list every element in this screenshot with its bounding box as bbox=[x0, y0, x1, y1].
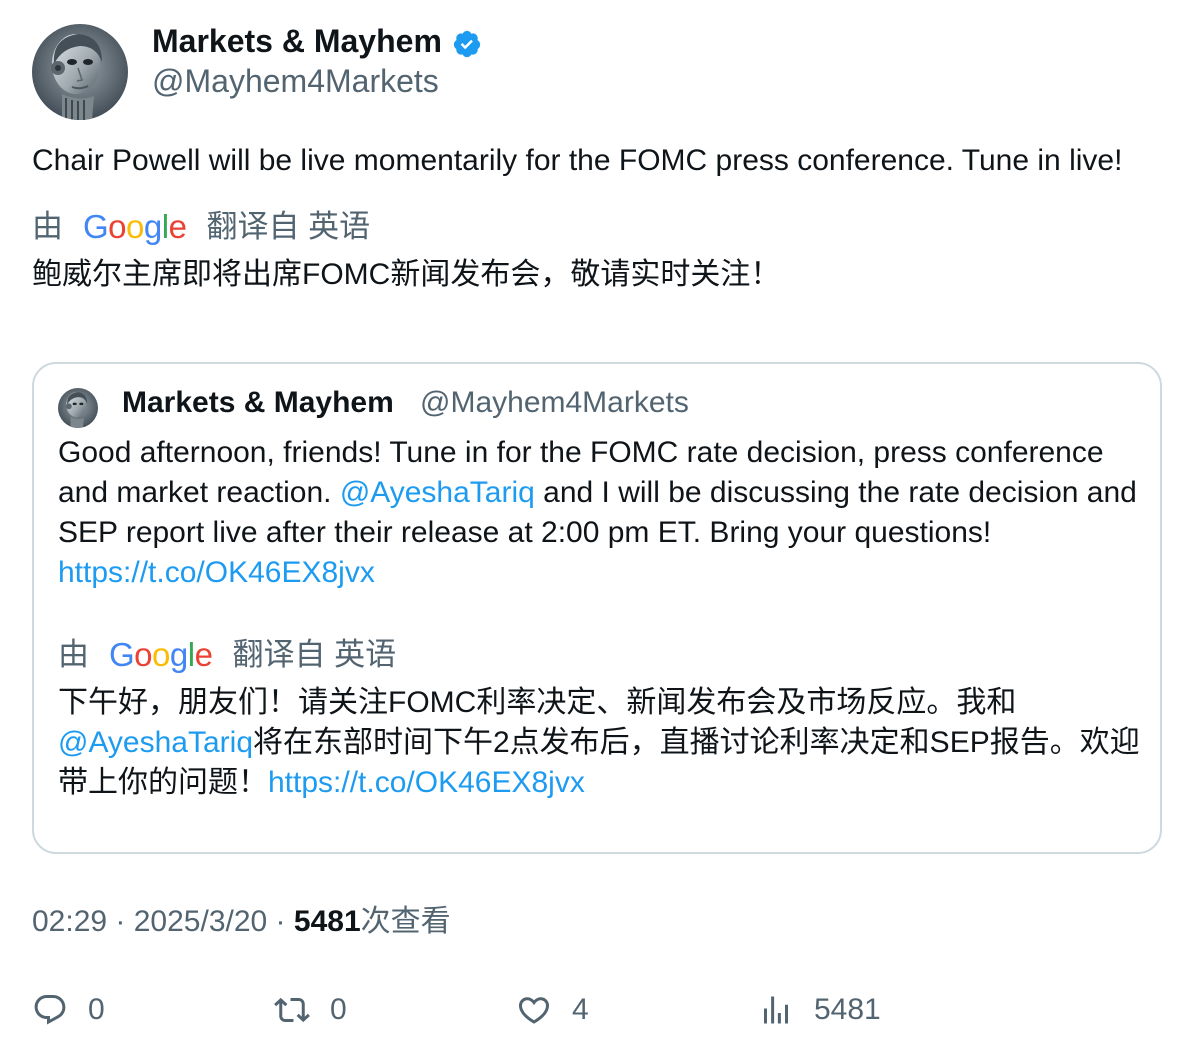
tweet-date[interactable]: 2025/3/20 bbox=[134, 905, 267, 938]
google-logo-icon[interactable]: Google bbox=[109, 635, 213, 675]
analytics-icon bbox=[764, 996, 788, 1024]
translated-by-label: 由 bbox=[58, 637, 89, 672]
translation-attribution: 由 Google 翻译自 英语 bbox=[32, 207, 1164, 247]
translated-text: 鲍威尔主席即将出席FOMC新闻发布会，敬请实时关注！ bbox=[32, 258, 781, 291]
meta-separator: · bbox=[107, 905, 134, 938]
mention-link[interactable]: @AyeshaTariq bbox=[58, 726, 253, 759]
quote-author-name: Markets & Mayhem bbox=[122, 386, 394, 419]
heart-icon bbox=[518, 997, 550, 1024]
reply-button[interactable]: 0 bbox=[32, 990, 105, 1030]
views-action-count: 5481 bbox=[814, 993, 881, 1026]
author-avatar[interactable] bbox=[32, 24, 128, 120]
quote-author-handle: @Mayhem4Markets bbox=[420, 386, 689, 419]
tweet-body: Chair Powell will be live momentarily fo… bbox=[32, 141, 1164, 295]
reply-count: 0 bbox=[88, 993, 105, 1026]
quote-translated-part: 下午好，朋友们！请关注FOMC利率决定、新闻发布会及市场反应。我和 bbox=[58, 686, 1017, 719]
robot-avatar-icon bbox=[58, 388, 98, 428]
quote-translated-text: 下午好，朋友们！请关注FOMC利率决定、新闻发布会及市场反应。我和 @Ayesha… bbox=[58, 683, 1140, 803]
translated-from-label: 翻译自 英语 bbox=[206, 209, 371, 244]
retweet-button[interactable]: 0 bbox=[274, 990, 347, 1030]
google-logo-icon[interactable]: Google bbox=[83, 207, 187, 247]
url-link[interactable]: https://t.co/OK46EX8jvx bbox=[58, 556, 375, 589]
quote-body: Good afternoon, friends! Tune in for the… bbox=[58, 433, 1140, 803]
translated-by-label: 由 bbox=[32, 209, 63, 244]
views-button[interactable]: 5481 bbox=[758, 990, 881, 1030]
quote-text: Good afternoon, friends! Tune in for the… bbox=[58, 433, 1140, 593]
translated-from-label: 翻译自 英语 bbox=[232, 637, 397, 672]
mention-link[interactable]: @AyeshaTariq bbox=[340, 476, 535, 509]
retweet-icon bbox=[274, 997, 310, 1023]
quote-translation-attribution: 由 Google 翻译自 英语 bbox=[58, 635, 1140, 675]
author-handle[interactable]: @Mayhem4Markets bbox=[152, 62, 439, 100]
robot-avatar-icon bbox=[32, 24, 128, 120]
reply-icon bbox=[34, 995, 66, 1025]
tweet-meta: 02:29 · 2025/3/20 · 5481次查看 bbox=[32, 902, 451, 942]
quote-author-avatar bbox=[58, 388, 98, 428]
author-name[interactable]: Markets & Mayhem bbox=[152, 22, 442, 60]
like-count: 4 bbox=[572, 993, 589, 1026]
tweet-time[interactable]: 02:29 bbox=[32, 905, 107, 938]
verified-badge-icon bbox=[452, 29, 482, 59]
like-button[interactable]: 4 bbox=[516, 990, 589, 1030]
retweet-count: 0 bbox=[330, 993, 347, 1026]
views-label: 次查看 bbox=[360, 905, 451, 938]
url-link[interactable]: https://t.co/OK46EX8jvx bbox=[268, 766, 585, 799]
meta-separator: · bbox=[267, 905, 294, 938]
tweet-text: Chair Powell will be live momentarily fo… bbox=[32, 144, 1123, 177]
views-count: 5481 bbox=[293, 905, 361, 938]
